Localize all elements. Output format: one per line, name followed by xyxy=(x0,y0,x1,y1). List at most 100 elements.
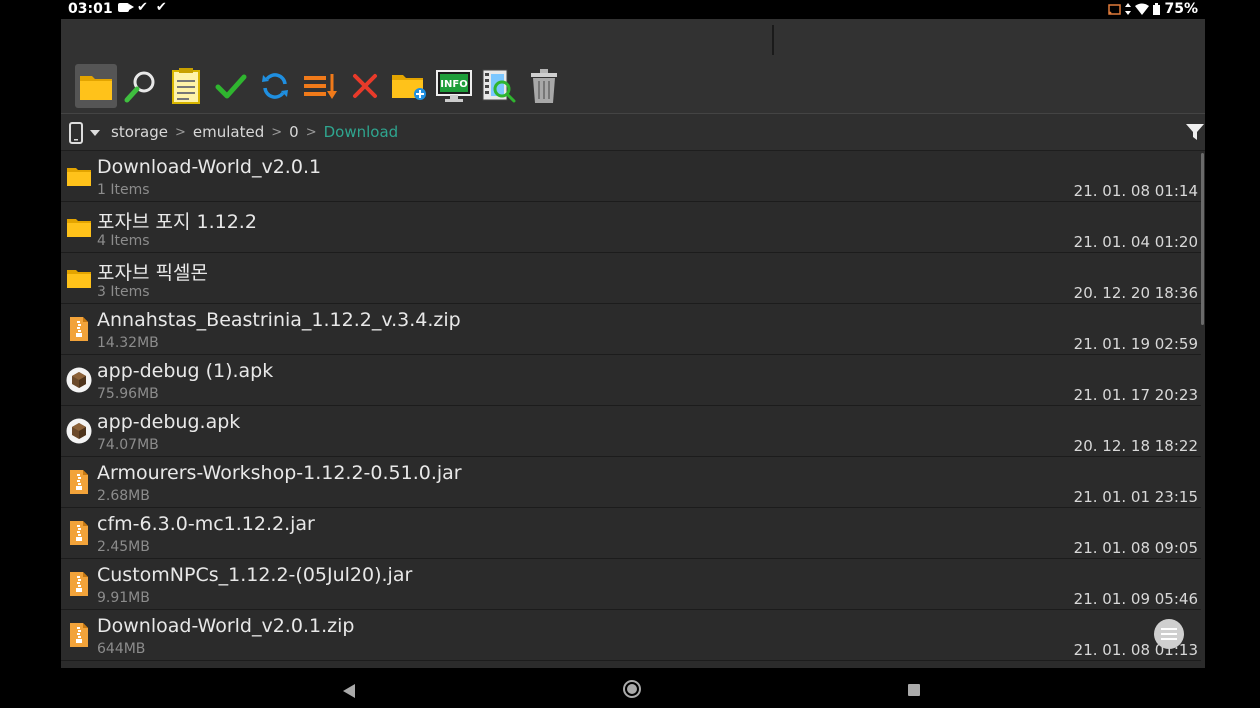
navigation-bar xyxy=(0,668,1260,708)
new-folder-icon xyxy=(392,75,426,100)
notepad-icon xyxy=(172,68,200,104)
folder-view-button[interactable] xyxy=(75,64,117,108)
file-size: 644MB xyxy=(97,641,146,657)
trash-button[interactable] xyxy=(523,64,565,108)
refresh-icon xyxy=(262,73,288,99)
file-row[interactable]: app-debug (1).apk 75.96MB 21. 01. 17 20:23 xyxy=(61,355,1201,406)
folder-icon xyxy=(66,214,92,240)
wifi-icon xyxy=(1135,3,1150,15)
file-date: 21. 01. 08 01:14 xyxy=(1073,182,1198,200)
file-date: 21. 01. 04 01:20 xyxy=(1073,233,1198,251)
file-row[interactable]: cfm-6.3.0-mc1.12.2.jar 2.45MB 21. 01. 08 0… xyxy=(61,508,1201,559)
refresh-button[interactable] xyxy=(254,64,296,108)
file-name: Annahstas_Beastrinia_1.12.2_v.3.4.zip xyxy=(97,309,461,331)
folder-icon xyxy=(66,265,92,291)
file-size: 75.96MB xyxy=(97,386,159,402)
apk-file-icon xyxy=(66,418,92,444)
title-area xyxy=(61,19,1205,61)
new-folder-button[interactable] xyxy=(388,64,430,108)
screen-record-icon xyxy=(118,3,134,12)
path-bar: storage > emulated > 0 > Download xyxy=(61,114,1205,151)
file-size: 1 Items xyxy=(97,182,150,198)
file-name: Download-World_v2.0.1.zip xyxy=(97,615,355,637)
file-row[interactable]: Annahstas_Beastrinia_1.12.2_v.3.4.zip 14.… xyxy=(61,304,1201,355)
file-date: 20. 12. 20 18:36 xyxy=(1073,284,1198,302)
folder-icon xyxy=(66,163,92,189)
media-search-button[interactable] xyxy=(478,64,520,108)
breadcrumb-item-storage[interactable]: storage xyxy=(111,123,168,141)
chevron-right-icon: > xyxy=(271,124,283,140)
chevron-down-icon xyxy=(89,130,100,136)
file-row[interactable]: 포자브 포지 1.12.2 4 Items 21. 01. 04 01:20 xyxy=(61,202,1201,253)
battery-icon xyxy=(1153,3,1161,15)
close-icon xyxy=(353,74,377,98)
toolbar: INFO xyxy=(61,59,1205,114)
file-name: Armourers-Workshop-1.12.2-0.51.0.jar xyxy=(97,462,462,484)
home-icon[interactable] xyxy=(623,680,641,698)
zip-file-icon xyxy=(66,520,92,546)
status-bar: 03:01 ✔ ✔ 75% xyxy=(0,0,1260,19)
file-date: 21. 01. 17 20:23 xyxy=(1073,386,1198,404)
file-name: app-debug.apk xyxy=(97,411,241,433)
back-icon[interactable] xyxy=(343,684,355,698)
file-manager-app: INFO storage > emulated > 0 > Download D… xyxy=(61,19,1205,668)
zip-file-icon xyxy=(66,316,92,342)
file-name: 포자브 포지 1.12.2 xyxy=(97,211,257,233)
chevron-right-icon: > xyxy=(305,124,317,140)
scrollbar[interactable] xyxy=(1201,153,1204,325)
zip-file-icon xyxy=(66,622,92,648)
sort-button[interactable] xyxy=(299,64,341,108)
file-size: 14.32MB xyxy=(97,335,159,351)
breadcrumb-item-emulated[interactable]: emulated xyxy=(193,123,264,141)
breadcrumb: storage > emulated > 0 > Download xyxy=(111,123,398,141)
file-size: 74.07MB xyxy=(97,437,159,453)
file-row[interactable]: Armourers-Workshop-1.12.2-0.51.0.jar 2.68… xyxy=(61,457,1201,508)
file-name: CustomNPCs_1.12.2-(05Jul20).jar xyxy=(97,564,413,586)
film-search-icon xyxy=(482,69,516,103)
clock: 03:01 xyxy=(68,1,113,17)
apk-file-icon xyxy=(66,367,92,393)
breadcrumb-item-0[interactable]: 0 xyxy=(289,123,299,141)
file-row[interactable]: 포자브 픽셀몬 3 Items 20. 12. 20 18:36 xyxy=(61,253,1201,304)
data-arrows-icon xyxy=(1125,3,1132,15)
file-row[interactable]: Download-World_v2.0.1 1 Items 21. 01. 08 0… xyxy=(61,151,1201,202)
trash-icon xyxy=(531,69,557,103)
menu-icon xyxy=(1161,628,1177,640)
file-date: 21. 01. 08 09:05 xyxy=(1073,539,1198,557)
svg-text:INFO: INFO xyxy=(440,79,467,90)
file-row[interactable]: app-debug.apk 74.07MB 20. 12. 18 18:22 xyxy=(61,406,1201,457)
folder-icon xyxy=(80,76,112,100)
file-row[interactable]: CustomNPCs_1.12.2-(05Jul20).jar 9.91MB 21.… xyxy=(61,559,1201,610)
file-date: 20. 12. 18 18:22 xyxy=(1073,437,1198,455)
divider xyxy=(772,25,774,55)
file-name: 포자브 픽셀몬 xyxy=(97,262,208,284)
battery-level: 75% xyxy=(1164,1,1198,17)
file-list: Download-World_v2.0.1 1 Items 21. 01. 08 0… xyxy=(61,151,1205,668)
storage-device-selector[interactable] xyxy=(68,122,101,148)
zip-file-icon xyxy=(66,469,92,495)
delete-selection-button[interactable] xyxy=(344,64,386,108)
file-row[interactable]: Download-World_v2.0.1.zip 644MB 21. 01. 08… xyxy=(61,610,1201,661)
filter-button[interactable] xyxy=(1186,124,1204,144)
breadcrumb-item-download[interactable]: Download xyxy=(324,123,399,141)
phone-icon xyxy=(69,122,83,144)
filter-icon xyxy=(1186,124,1204,140)
sort-icon xyxy=(304,74,337,99)
notes-button[interactable] xyxy=(165,64,207,108)
file-date: 21. 01. 19 02:59 xyxy=(1073,335,1198,353)
file-date: 21. 01. 01 23:15 xyxy=(1073,488,1198,506)
recents-icon[interactable] xyxy=(908,684,920,696)
select-all-button[interactable] xyxy=(210,64,252,108)
system-icons: 75% xyxy=(1108,1,1198,17)
file-size: 2.45MB xyxy=(97,539,150,555)
info-button[interactable]: INFO xyxy=(433,64,475,108)
notification-icons: ✔ ✔ xyxy=(118,1,167,14)
zip-file-icon xyxy=(66,571,92,597)
search-button[interactable] xyxy=(120,64,162,108)
file-size: 3 Items xyxy=(97,284,150,300)
file-name: cfm-6.3.0-mc1.12.2.jar xyxy=(97,513,315,535)
checklist-icon: ✔ xyxy=(155,0,167,15)
chevron-right-icon: > xyxy=(174,124,186,140)
menu-fab-button[interactable] xyxy=(1154,619,1184,649)
search-icon xyxy=(124,71,155,103)
